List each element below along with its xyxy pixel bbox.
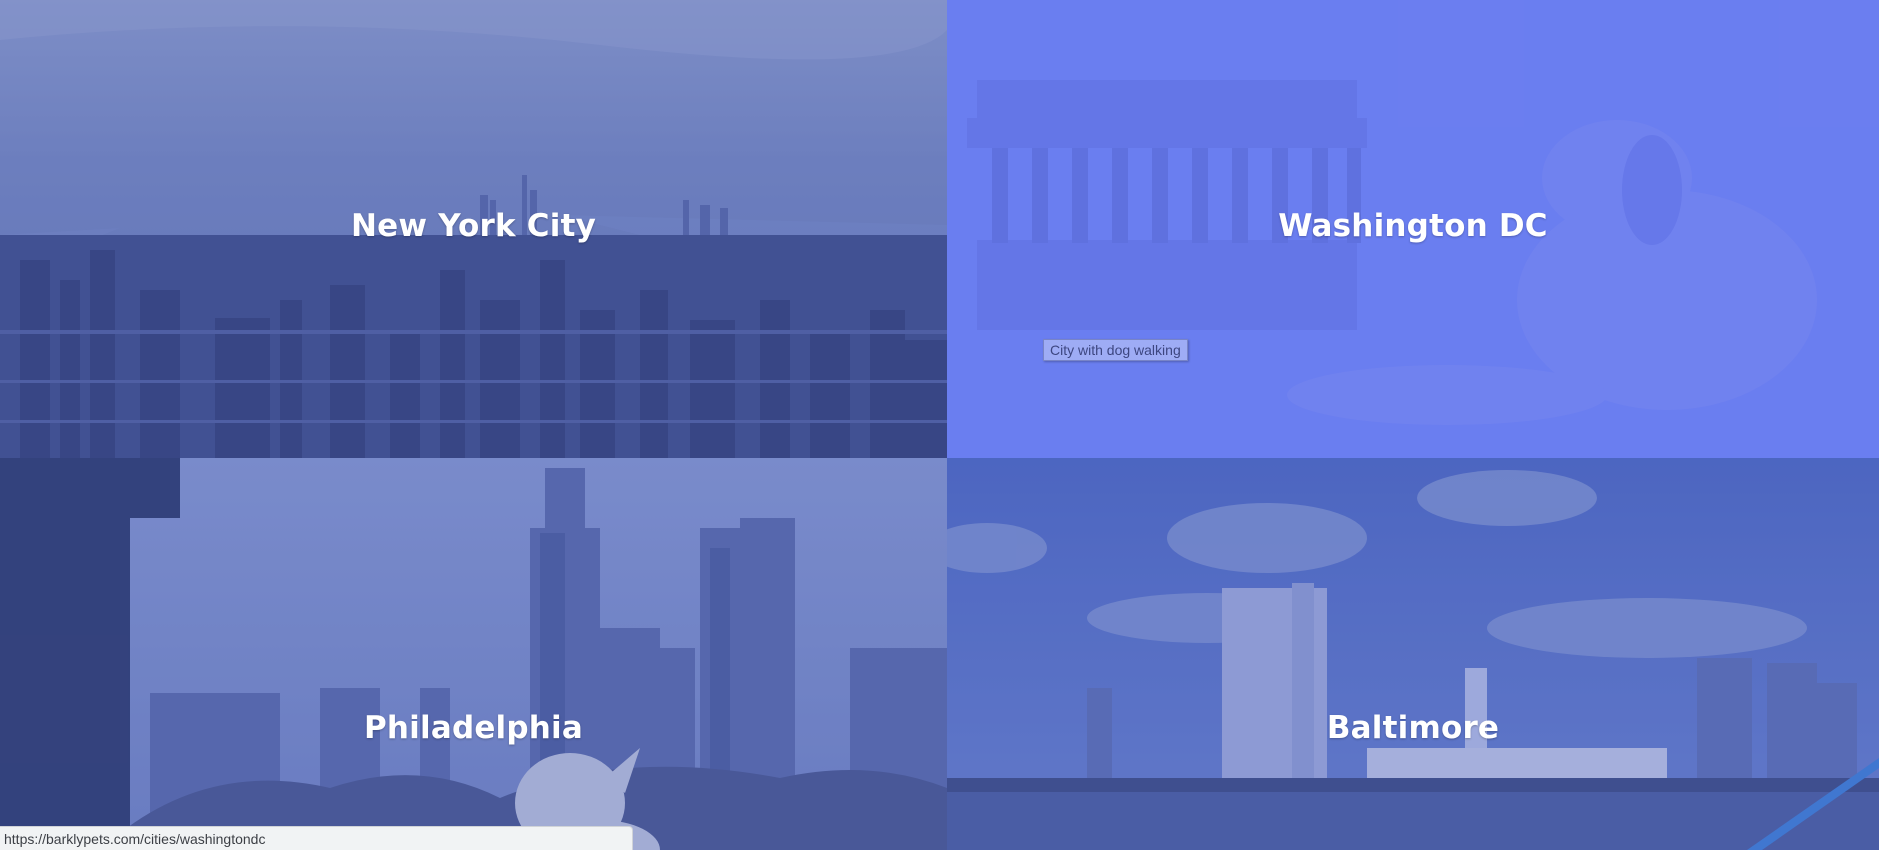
city-grid: New York City Washington DC Philadelphia… — [0, 0, 1879, 850]
browser-status-url: https://barklypets.com/cities/washington… — [0, 826, 633, 850]
city-title-washington-dc: Washington DC — [1278, 208, 1548, 244]
city-title-baltimore: Baltimore — [1326, 710, 1500, 746]
city-title-new-york: New York City — [351, 208, 596, 244]
city-tile-baltimore[interactable]: Baltimore — [947, 458, 1879, 850]
city-tile-philadelphia[interactable]: Philadelphia — [0, 458, 947, 850]
tile-overlay — [947, 458, 1879, 850]
city-tile-washington-dc[interactable]: Washington DC — [947, 0, 1879, 458]
city-tile-new-york[interactable]: New York City — [0, 0, 947, 458]
tile-overlay — [0, 458, 947, 850]
city-title-philadelphia: Philadelphia — [363, 710, 583, 746]
tile-tooltip: City with dog walking — [1043, 339, 1188, 361]
